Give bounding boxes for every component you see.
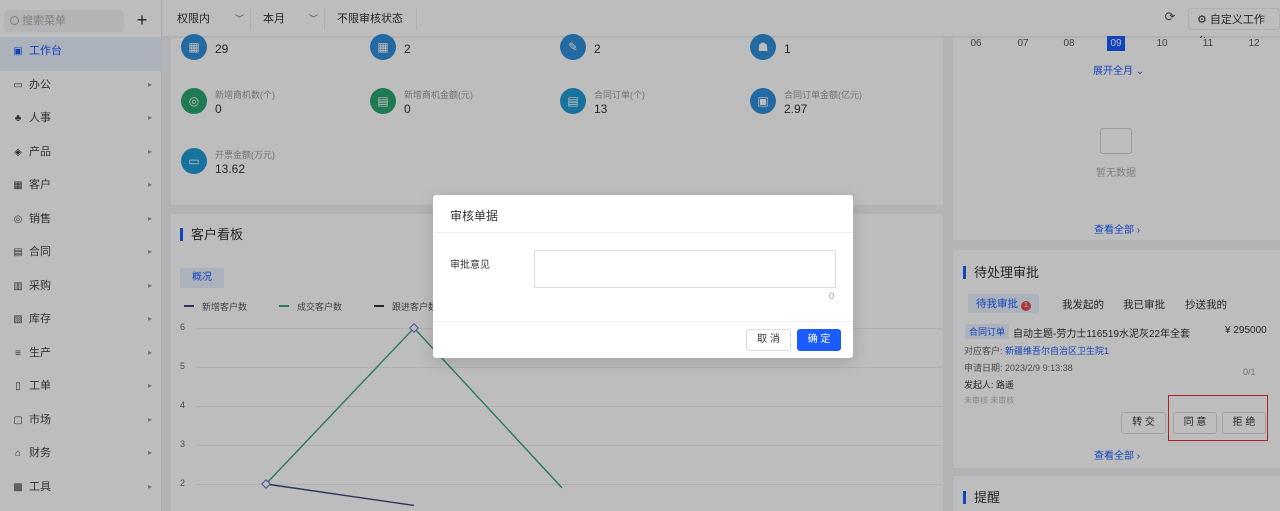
cancel-button[interactable]: 取 消 [746,329,791,351]
approval-opinion-label: 审批意见 [450,260,490,271]
divider [433,232,853,233]
review-modal: 审核单据 审批意见 0 取 消 确 定 [433,195,853,358]
char-count: 0 [829,291,835,301]
confirm-button[interactable]: 确 定 [797,329,841,351]
modal-title: 审核单据 [450,209,499,223]
divider [433,321,853,322]
approval-opinion-input[interactable] [534,250,836,288]
